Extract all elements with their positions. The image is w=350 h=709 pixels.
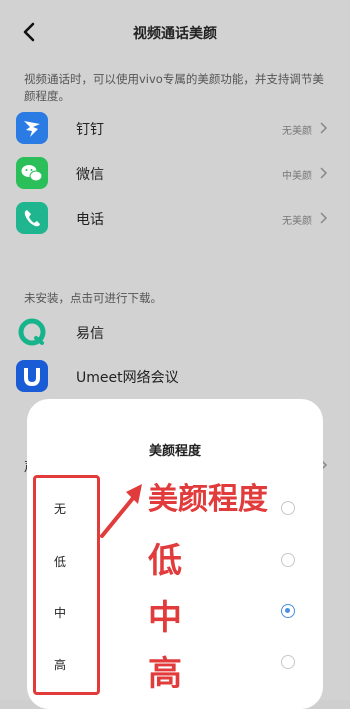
beauty-level-value: 无美颜 — [282, 126, 312, 137]
app-row-wechat[interactable]: 微信 中美颜 — [0, 153, 350, 193]
header: 视频通话美颜 — [0, 0, 350, 64]
app-name: Umeet网络会议 — [76, 370, 179, 386]
dingtalk-icon — [16, 112, 48, 144]
annotation-medium: 中 — [148, 598, 182, 638]
feature-description: 视频通话时，可以使用vivo专属的美颜功能，并支持调节美颜程度。 — [24, 72, 324, 103]
beauty-level-value: 中美颜 — [282, 171, 312, 182]
chevron-right-icon — [320, 212, 328, 224]
annotation-highlight-box — [33, 475, 100, 695]
option-low-radio[interactable] — [281, 553, 295, 567]
app-name: 微信 — [76, 167, 104, 183]
app-row-phone[interactable]: 电话 无美颜 — [0, 198, 350, 238]
option-medium-radio[interactable] — [281, 604, 295, 618]
annotation-high: 高 — [148, 654, 182, 694]
not-installed-note: 未安装，点击可进行下载。 — [24, 291, 162, 305]
option-high-radio[interactable] — [281, 655, 295, 669]
settings-page: 视频通话美颜 视频通话时，可以使用vivo专属的美颜功能，并支持调节美颜程度。 … — [0, 0, 350, 709]
page-title: 视频通话美颜 — [133, 26, 217, 42]
app-row-yixin[interactable]: 易信 — [0, 312, 350, 352]
annotation-heading: 美颜程度 — [148, 482, 268, 517]
app-name: 钉钉 — [76, 122, 104, 138]
phone-icon — [16, 202, 48, 234]
annotation-low: 低 — [148, 541, 182, 581]
yixin-icon — [16, 316, 48, 348]
beauty-level-value: 无美颜 — [282, 216, 312, 227]
option-none-radio[interactable] — [281, 501, 295, 515]
app-name: 电话 — [76, 212, 104, 228]
chevron-right-icon — [320, 167, 328, 179]
sheet-title: 美颜程度 — [148, 444, 201, 459]
app-name: 易信 — [76, 326, 104, 342]
wechat-icon — [16, 157, 48, 189]
umeet-icon — [16, 360, 48, 392]
app-row-umeet[interactable]: Umeet网络会议 — [0, 356, 350, 396]
app-row-dingtalk[interactable]: 钉钉 无美颜 — [0, 108, 350, 148]
chevron-right-icon — [320, 122, 328, 134]
